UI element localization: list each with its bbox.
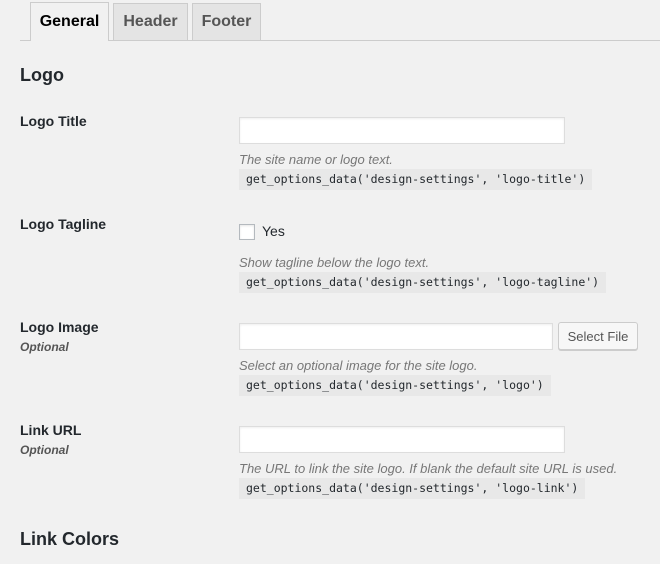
logo-image-description: Select an optional image for the site lo…: [239, 358, 478, 373]
link-url-label: Link URL: [20, 422, 82, 438]
section-title-logo: Logo: [20, 65, 64, 85]
logo-title-label: Logo Title: [20, 113, 87, 129]
link-url-code: get_options_data('design-settings', 'log…: [239, 478, 586, 499]
logo-title-description: The site name or logo text.: [239, 152, 393, 167]
settings-tabs: General Header Footer: [0, 0, 660, 41]
logo-tagline-label: Logo Tagline: [20, 216, 107, 232]
logo-tagline-checkbox[interactable]: [239, 224, 255, 240]
logo-image-code: get_options_data('design-settings', 'log…: [239, 375, 551, 396]
link-url-optional: Optional: [20, 443, 69, 457]
logo-tagline-checkbox-label[interactable]: Yes: [262, 223, 285, 239]
logo-tagline-code: get_options_data('design-settings', 'log…: [239, 272, 607, 293]
link-url-input[interactable]: [239, 426, 565, 453]
section-title-link-colors: Link Colors: [20, 529, 120, 549]
tab-general[interactable]: General: [30, 2, 109, 41]
select-file-button[interactable]: Select File: [558, 322, 638, 350]
tab-footer[interactable]: Footer: [192, 3, 261, 40]
link-url-description: The URL to link the site logo. If blank …: [239, 461, 618, 476]
logo-image-optional: Optional: [20, 340, 69, 354]
logo-tagline-description: Show tagline below the logo text.: [239, 255, 430, 270]
logo-image-input[interactable]: [239, 323, 553, 350]
logo-title-input[interactable]: [239, 117, 565, 144]
tab-header[interactable]: Header: [113, 3, 188, 40]
tabs-divider: [20, 40, 660, 41]
logo-image-label: Logo Image: [20, 319, 99, 335]
logo-title-code: get_options_data('design-settings', 'log…: [239, 169, 593, 190]
